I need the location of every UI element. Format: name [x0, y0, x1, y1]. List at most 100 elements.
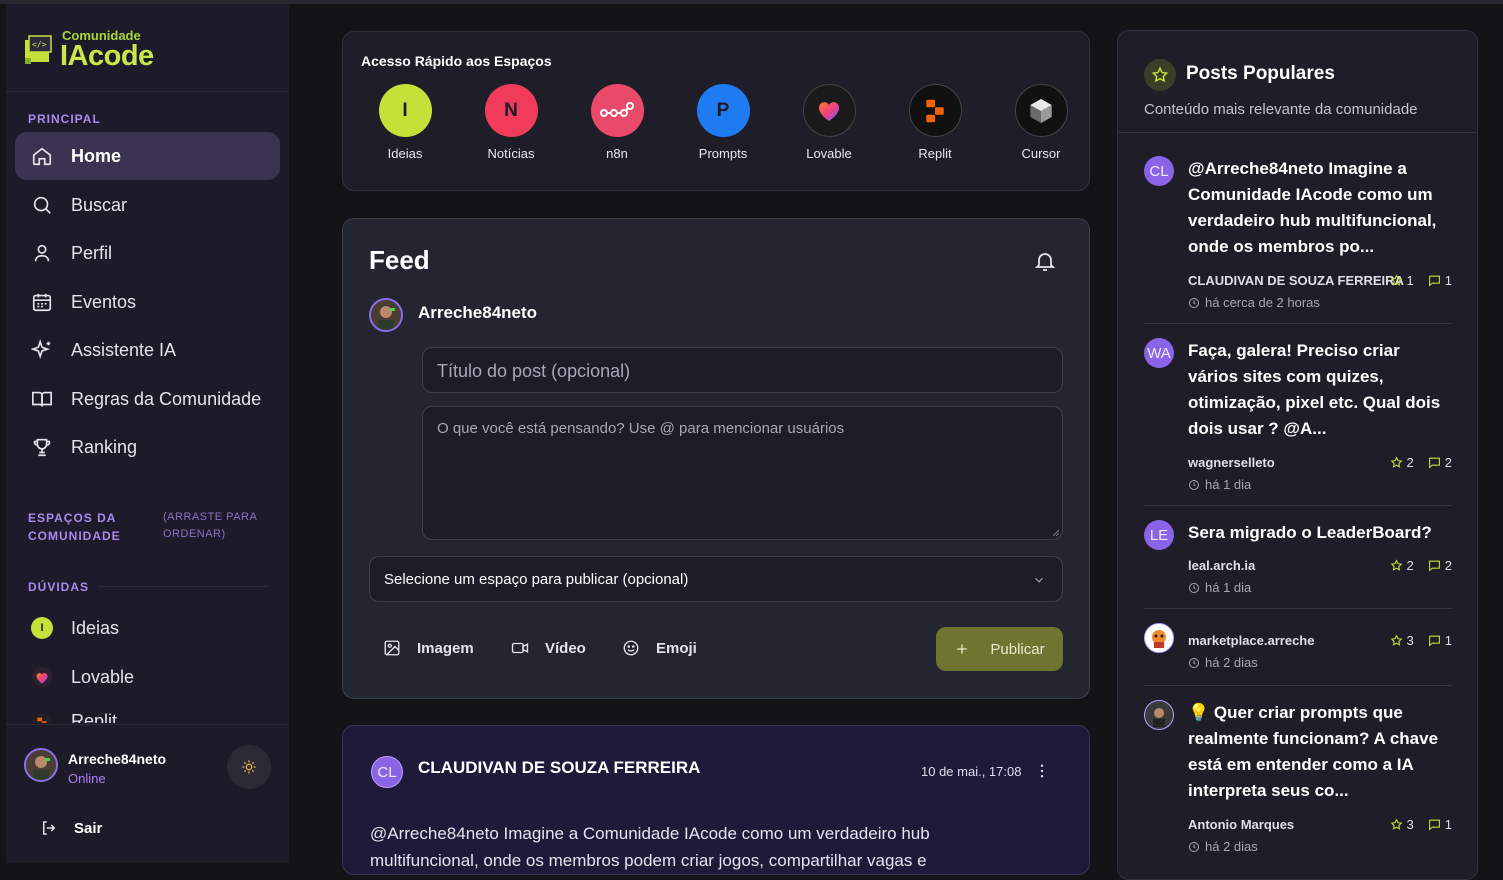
publish-label: Publicar: [990, 640, 1045, 658]
clock-icon: [1189, 479, 1199, 490]
section-duvidas: DÚVIDAS: [28, 580, 90, 594]
popular-post-item[interactable]: WA Faça, galera! Preciso criar vários si…: [1144, 338, 1452, 498]
post-author-avatar[interactable]: CL: [371, 756, 403, 788]
sidebar-item-label: Ranking: [71, 436, 138, 457]
sidebar-divider: [6, 91, 289, 92]
resize-handle-icon[interactable]: [1052, 529, 1060, 537]
feed-post-card: CL CLAUDIVAN DE SOUZA FERREIRA 10 de mai…: [342, 725, 1090, 875]
sidebar-item-perfil[interactable]: Perfil: [15, 229, 280, 277]
duvidas-divider: [98, 586, 268, 587]
quick-space-label: Notícias: [487, 146, 535, 161]
search-icon: [31, 194, 53, 216]
popular-post-title: Faça, galera! Preciso criar vários sites…: [1188, 341, 1441, 438]
publish-button[interactable]: Publicar: [936, 627, 1063, 671]
clock-icon: [1189, 657, 1199, 668]
prompts-space-icon: P: [696, 84, 750, 137]
sidebar-item-label: Perfil: [71, 242, 113, 263]
emoji-label: Emoji: [656, 639, 697, 657]
chevron-down-icon: [1035, 577, 1043, 583]
code-logo-icon: </>: [25, 35, 52, 64]
quick-space-cursor[interactable]: Cursor: [1006, 84, 1076, 161]
popular-post-time: há 2 dias: [1188, 839, 1258, 854]
post-author-name[interactable]: CLAUDIVAN DE SOUZA FERREIRA: [418, 758, 700, 778]
popular-post-time: há cerca de 2 horas: [1188, 295, 1320, 310]
post-more-button[interactable]: [1033, 762, 1051, 785]
sidebar-item-regras[interactable]: Regras da Comunidade: [15, 375, 280, 423]
quick-space-ideias[interactable]: I Ideias: [370, 84, 440, 161]
logout-button[interactable]: Sair: [40, 819, 102, 837]
quick-space-n8n[interactable]: n8n: [582, 84, 652, 161]
star-count: 3: [1406, 817, 1414, 832]
popular-post-item[interactable]: 💡 Quer criar prompts que realmente funci…: [1144, 700, 1452, 860]
user-photo-avatar: [1144, 700, 1174, 730]
video-icon: [511, 639, 529, 657]
popular-post-stats: 3 1: [1390, 817, 1452, 832]
brand-logo[interactable]: </> Comunidade IAcode: [24, 26, 194, 74]
trophy-icon: [31, 436, 53, 458]
popular-post-title: 💡 Quer criar prompts que realmente funci…: [1188, 703, 1439, 800]
comment-icon: [1428, 457, 1440, 469]
star-icon: [1390, 818, 1402, 830]
comment-count: 1: [1444, 817, 1452, 832]
sidebar-item-label: Home: [71, 145, 122, 166]
popular-post-item[interactable]: marketplace.arreche 3 1 há 2 dias: [1144, 623, 1452, 673]
popular-post-item[interactable]: CL @Arreche84neto Imagine a Comunidade I…: [1144, 156, 1452, 316]
popular-title: Posts Populares: [1186, 63, 1335, 84]
sidebar-item-ranking[interactable]: Ranking: [15, 423, 280, 471]
space-select[interactable]: Selecione um espaço para publicar (opcio…: [369, 556, 1063, 602]
user-avatar-image: [26, 750, 56, 780]
popular-post-item[interactable]: LE Sera migrado o LeaderBoard? leal.arch…: [1144, 520, 1452, 600]
star-badge-icon: [1144, 59, 1176, 91]
quick-space-label: n8n: [606, 146, 628, 161]
user-avatar[interactable]: [24, 748, 58, 782]
quick-space-label: Replit: [918, 146, 952, 161]
popular-post-title: @Arreche84neto Imagine a Comunidade IAco…: [1188, 159, 1437, 256]
home-icon: [31, 145, 53, 167]
add-video-button[interactable]: Vídeo: [511, 639, 586, 657]
post-date: 10 de mai., 17:08: [921, 764, 1022, 779]
logout-label: Sair: [74, 819, 103, 837]
clock-icon: [1189, 841, 1199, 852]
comment-count: 1: [1444, 633, 1452, 648]
quick-access-title: Acesso Rápido aos Espaços: [361, 53, 552, 69]
notifications-button[interactable]: [1033, 249, 1057, 278]
comment-count: 2: [1444, 558, 1452, 573]
sidebar-space-ideias[interactable]: I Ideias: [15, 604, 280, 652]
space-avatar: I: [31, 617, 53, 639]
lovable-heart-icon: [802, 84, 856, 137]
post-title-input[interactable]: Título do post (opcional): [422, 347, 1063, 393]
quick-space-noticias[interactable]: N Notícias: [476, 84, 546, 161]
video-label: Vídeo: [545, 639, 586, 657]
time-label: há 1 dia: [1205, 477, 1252, 492]
sidebar-item-label: Buscar: [71, 194, 128, 215]
sidebar-item-buscar[interactable]: Buscar: [15, 181, 280, 229]
sidebar-item-assistente-ia[interactable]: Assistente IA: [15, 326, 280, 374]
quick-space-lovable[interactable]: Lovable: [794, 84, 864, 161]
sidebar-space-label: Lovable: [71, 666, 135, 687]
sidebar-space-lovable[interactable]: Lovable: [15, 653, 280, 701]
sidebar-item-home[interactable]: Home: [15, 132, 280, 180]
add-image-button[interactable]: Imagem: [383, 639, 474, 657]
sidebar-space-replit[interactable]: Replit: [15, 701, 280, 723]
star-count: 2: [1406, 558, 1414, 573]
post-body-textarea[interactable]: O que você está pensando? Use @ para men…: [422, 406, 1063, 540]
comment-icon: [1428, 275, 1440, 287]
ideias-space-icon: I: [31, 617, 53, 639]
star-count: 3: [1406, 633, 1414, 648]
quick-access-panel: Acesso Rápido aos Espaços I Ideias N Not…: [342, 31, 1090, 191]
popular-post-author: marketplace.arreche: [1188, 633, 1315, 648]
emoji-icon: [622, 639, 640, 657]
theme-toggle-button[interactable]: [227, 745, 271, 789]
quick-space-prompts[interactable]: P Prompts: [688, 84, 758, 161]
add-emoji-button[interactable]: Emoji: [622, 639, 697, 657]
post-body-line: @Arreche84neto Imagine a Comunidade IAco…: [370, 824, 930, 843]
star-icon: [1390, 634, 1402, 646]
star-icon: [1390, 274, 1402, 286]
quick-space-replit[interactable]: Replit: [900, 84, 970, 161]
popular-post-avatar: LE: [1144, 520, 1174, 550]
user-name: Arreche84neto: [68, 751, 167, 767]
sidebar-item-eventos[interactable]: Eventos: [15, 278, 280, 326]
sidebar-item-label: Eventos: [71, 291, 137, 312]
popular-posts-panel: Posts Populares Conteúdo mais relevante …: [1117, 30, 1478, 880]
post-body: @Arreche84neto Imagine a Comunidade IAco…: [370, 820, 930, 874]
